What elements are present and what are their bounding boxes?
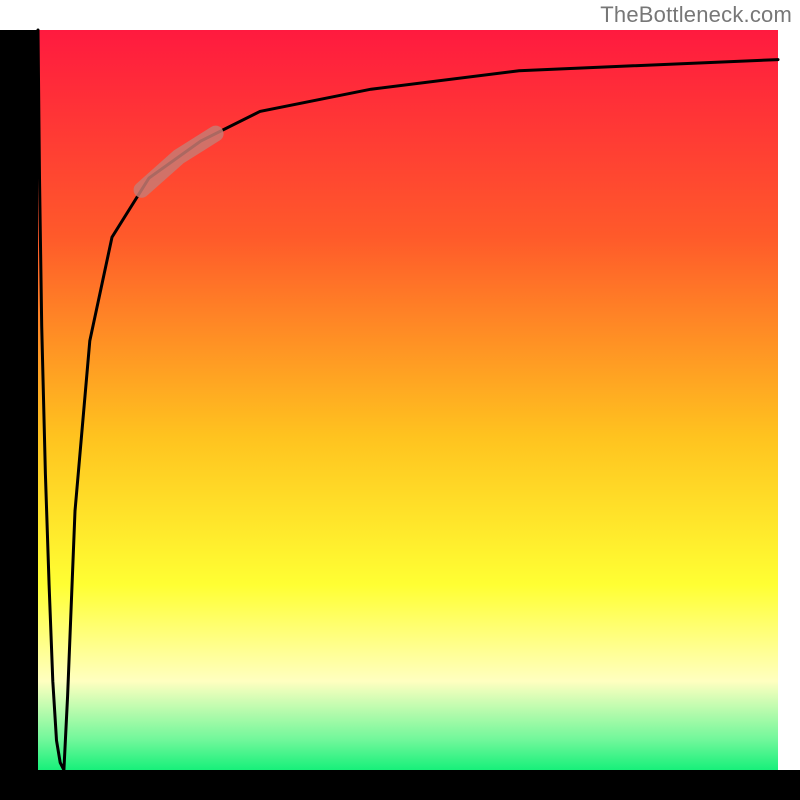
y-axis-band (0, 30, 38, 770)
chart-container: TheBottleneck.com (0, 0, 800, 800)
x-axis-band (0, 770, 800, 800)
chart-svg (0, 0, 800, 800)
plot-area (38, 30, 778, 770)
watermark-text: TheBottleneck.com (600, 2, 792, 28)
